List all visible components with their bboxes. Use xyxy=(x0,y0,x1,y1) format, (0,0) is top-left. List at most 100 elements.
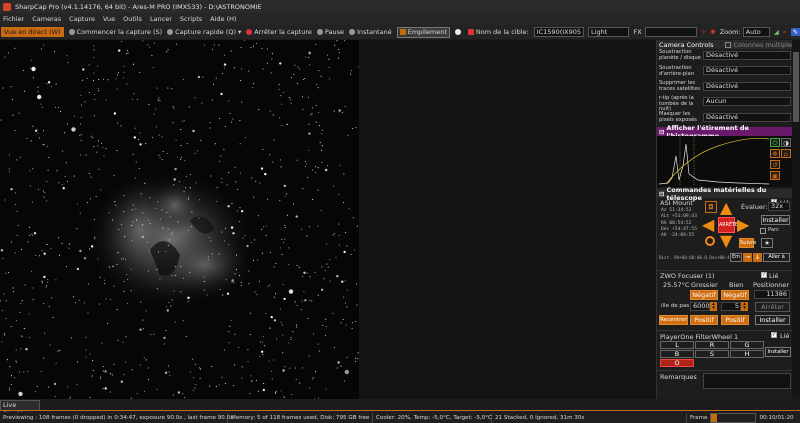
collapse-icon[interactable]: ⊟ xyxy=(659,190,664,198)
filter-g-button[interactable]: G xyxy=(730,341,764,349)
arrow-up-icon[interactable]: ▲ xyxy=(720,200,732,216)
remarks-input[interactable] xyxy=(703,373,791,389)
arrow-left-icon[interactable]: ◀ xyxy=(702,217,714,233)
menu-tools[interactable]: Outils xyxy=(123,15,142,23)
star-icon[interactable]: ★ xyxy=(761,238,773,248)
camera-controls-header: Camera Controls Colonnes multiples xyxy=(657,40,800,49)
fine-positive-button[interactable]: Positif xyxy=(721,315,749,325)
crosshair-icon[interactable]: ⊹ xyxy=(701,28,706,36)
planet-subtraction-select[interactable]: Désactivé xyxy=(703,51,791,60)
pause-button[interactable]: Pause xyxy=(316,28,344,36)
fx-label: FX xyxy=(633,28,642,36)
stacking-button[interactable]: Empilement xyxy=(396,26,450,38)
focuser-install-button[interactable]: Installer xyxy=(755,315,790,325)
em-button[interactable]: Em xyxy=(730,253,742,262)
coarse-step-input[interactable]: 6000 xyxy=(690,302,710,311)
evaluate-select[interactable]: 32x xyxy=(768,202,790,211)
arrow-right-icon[interactable]: → xyxy=(743,253,752,262)
frame-type-select[interactable]: Light xyxy=(588,27,630,37)
contrast-icon[interactable]: ◑ xyxy=(781,138,791,147)
stop-capture-button[interactable]: Arrêter la capture xyxy=(246,28,312,36)
snapshot-button[interactable]: Instantané xyxy=(348,28,392,36)
menu-capture[interactable]: Capture xyxy=(69,15,95,23)
filter-r-button[interactable]: R xyxy=(695,341,729,349)
menu-cameras[interactable]: Cameras xyxy=(32,15,61,23)
record-icon xyxy=(454,29,461,35)
telescope-header[interactable]: ⊟ Commandes matérielles du télescope xyxy=(657,186,800,202)
coarse-positive-button[interactable]: Positif xyxy=(690,315,718,325)
focuser-stop-button[interactable]: Arrêter xyxy=(755,302,790,312)
background-subtraction-select[interactable]: Désactivé xyxy=(703,66,791,75)
panel-scrollbar-thumb[interactable] xyxy=(793,52,799,122)
quick-capture-button[interactable]: Capture rapide (Q) ▾ xyxy=(167,28,241,36)
menu-help[interactable]: Aide (H) xyxy=(210,15,236,23)
filter-o-button[interactable]: O xyxy=(660,359,694,367)
live-view-button[interactable]: Vue en direct (W) xyxy=(1,27,64,37)
save-icon[interactable]: ▣ xyxy=(770,171,780,180)
status-memory: Memory: 5 of 118 frames used, Disk: 795 … xyxy=(228,412,373,423)
reset-icon[interactable]: ↺ xyxy=(770,160,780,169)
histogram-area[interactable]: ⏻ ◑ ✥ ⌂ ↺ ▣ xyxy=(657,136,800,187)
magnifier-icon[interactable]: ⌕ xyxy=(783,28,787,37)
arrow-right-icon[interactable]: ▶ xyxy=(737,217,749,233)
status-bar: Previewing : 108 frames (0 dropped) in 0… xyxy=(0,412,800,423)
brush-icon[interactable]: ✎ xyxy=(790,28,800,36)
menu-scripts[interactable]: Scripts xyxy=(180,15,202,23)
target-icon[interactable] xyxy=(705,236,715,246)
menu-launch[interactable]: Lancer xyxy=(150,15,172,23)
status-stacked: 21 Stacked, 0 Ignored, 31m 30s xyxy=(492,412,687,423)
park-checkbox[interactable] xyxy=(760,228,766,234)
satellite-trails-select[interactable]: Désactivé xyxy=(703,82,791,91)
chevron-down-icon[interactable]: ▾ xyxy=(238,28,241,36)
status-time: 00:10/01:20 xyxy=(759,414,794,421)
filterwheel-link-checkbox[interactable]: ✓ xyxy=(771,332,777,338)
filter-l-button[interactable]: L xyxy=(660,341,694,349)
reticle-icon[interactable]: ✺ xyxy=(710,28,715,36)
app-logo-icon xyxy=(3,2,11,11)
histogram-icon[interactable]: ◢ xyxy=(774,28,779,36)
status-preview: Previewing : 108 frames (0 dropped) in 0… xyxy=(0,412,233,423)
frame-progress-fill xyxy=(711,413,718,422)
collapse-icon[interactable]: ⊟ xyxy=(659,128,664,136)
filter-h-button[interactable]: H xyxy=(730,350,764,358)
mask-pixels-select[interactable]: Désactivé xyxy=(703,113,791,122)
fine-negative-button[interactable]: Négatif xyxy=(721,290,749,300)
spinner-icon[interactable]: ▴ ▾ xyxy=(710,302,717,311)
menu-file[interactable]: Fichier xyxy=(3,15,24,23)
arrow-down-icon[interactable]: ▼ xyxy=(720,233,732,249)
filter-b-button[interactable]: B xyxy=(660,350,694,358)
target-name-input[interactable]: IC1590(IX905 xyxy=(533,27,585,37)
focuser-link-checkbox[interactable]: ✓ xyxy=(761,272,767,278)
histogram-header[interactable]: ⊟ Afficher l'étirement de l'histogramme xyxy=(657,124,800,140)
arrow-down-icon[interactable]: ↓ xyxy=(753,253,762,262)
spiral-icon[interactable]: ◘ xyxy=(705,201,717,213)
recenter-button[interactable]: Recentrer xyxy=(659,315,688,325)
fx-select[interactable] xyxy=(644,27,697,37)
camera-icon xyxy=(348,29,355,35)
menu-view[interactable]: Vue xyxy=(103,15,115,23)
empty-view-area xyxy=(359,40,656,399)
spinner-icon[interactable]: ▴ ▾ xyxy=(741,302,748,311)
zoom-select[interactable]: Auto xyxy=(742,27,770,37)
multiple-columns-label: Colonnes multiples xyxy=(733,40,796,49)
image-view[interactable] xyxy=(0,40,359,399)
remarks-section: Remarques xyxy=(657,370,800,390)
fine-step-input[interactable]: 5 xyxy=(721,302,741,311)
night-select[interactable]: Aucun xyxy=(703,97,791,106)
coarse-negative-button[interactable]: Négatif xyxy=(690,290,718,300)
follow-button[interactable]: Suivre xyxy=(739,238,756,248)
mount-coord-alt: ALt +51:09:43 xyxy=(661,214,697,220)
pause-icon xyxy=(316,29,323,35)
lock-icon[interactable]: ⌂ xyxy=(781,149,791,158)
filter-s-button[interactable]: S xyxy=(695,350,729,358)
start-capture-button[interactable]: Commencer la capture (S) xyxy=(68,28,162,36)
goto-button[interactable]: Aller à xyxy=(763,253,790,262)
record-button[interactable] xyxy=(454,29,463,35)
filterwheel-install-button[interactable]: Installer xyxy=(765,347,791,357)
checkbox-icon[interactable] xyxy=(725,41,732,48)
position-value[interactable]: 11386 xyxy=(754,290,790,299)
divider xyxy=(0,410,800,411)
power-icon[interactable]: ⏻ xyxy=(770,138,780,147)
mount-install-button[interactable]: Installer xyxy=(761,215,790,225)
stretch-icon[interactable]: ✥ xyxy=(770,149,780,158)
